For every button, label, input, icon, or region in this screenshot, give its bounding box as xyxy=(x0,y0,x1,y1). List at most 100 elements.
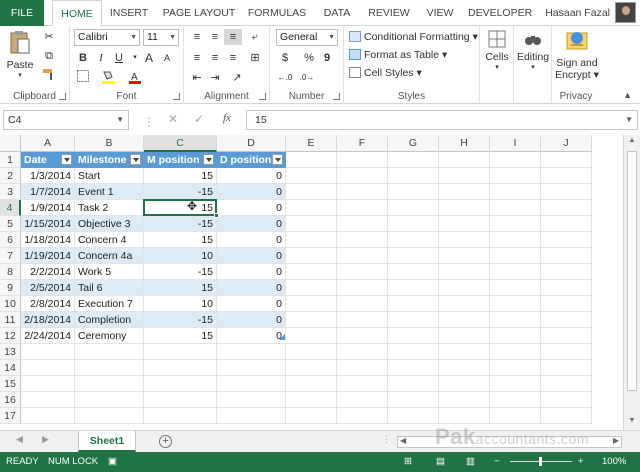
grid-cell[interactable] xyxy=(217,408,286,424)
fill-handle[interactable] xyxy=(214,213,219,218)
grid-cell[interactable] xyxy=(337,344,388,360)
grid-cell[interactable] xyxy=(144,344,217,360)
grid-cell[interactable] xyxy=(388,248,439,264)
orientation-icon[interactable]: ↗ xyxy=(228,70,246,86)
grid-cell[interactable] xyxy=(388,344,439,360)
table-cell[interactable]: Concern 4 xyxy=(75,232,144,248)
wrap-text-icon[interactable]: ⤶ xyxy=(246,29,264,45)
grid-cell[interactable] xyxy=(337,312,388,328)
grid-cell[interactable] xyxy=(439,360,490,376)
grid-cell[interactable] xyxy=(388,360,439,376)
tab-insert[interactable]: INSERT xyxy=(106,0,152,26)
grid-cell[interactable] xyxy=(541,200,592,216)
table-header-cell[interactable]: D position xyxy=(217,152,286,168)
grid-cell[interactable] xyxy=(388,152,439,168)
insert-function-button[interactable]: fx xyxy=(223,112,231,124)
grid-cell[interactable] xyxy=(21,344,75,360)
grid-cell[interactable] xyxy=(75,408,144,424)
table-cell[interactable]: 0 xyxy=(217,168,286,184)
column-header-d[interactable]: D xyxy=(217,135,286,152)
table-cell[interactable]: 0 xyxy=(217,216,286,232)
macro-record-icon[interactable]: ▣ xyxy=(108,452,117,472)
grid-cell[interactable] xyxy=(144,376,217,392)
row-header-16[interactable]: 16 xyxy=(0,392,21,408)
grid-cell[interactable] xyxy=(490,200,541,216)
worksheet-grid[interactable]: A B C D E F G H I J 1 2 3 4 5 6 7 8 9 10 11 12 13 14 15 16 17 Date M… xyxy=(0,135,640,430)
grid-cell[interactable] xyxy=(337,360,388,376)
table-header-cell[interactable]: Date xyxy=(21,152,75,168)
table-cell[interactable]: Execution 7 xyxy=(75,296,144,312)
grid-cell[interactable] xyxy=(541,264,592,280)
grid-cell[interactable] xyxy=(439,200,490,216)
scroll-thumb[interactable] xyxy=(627,151,637,391)
grow-font-button[interactable]: A xyxy=(140,50,158,66)
grid-cell[interactable] xyxy=(286,168,337,184)
grid-cell[interactable] xyxy=(541,152,592,168)
user-name[interactable]: Hasaan Fazal xyxy=(545,0,610,26)
grid-cell[interactable] xyxy=(75,344,144,360)
grid-cell[interactable] xyxy=(144,408,217,424)
grid-cell[interactable] xyxy=(541,360,592,376)
table-cell[interactable]: 0 xyxy=(217,296,286,312)
grid-cell[interactable] xyxy=(541,344,592,360)
grid-cell[interactable] xyxy=(541,376,592,392)
paste-button[interactable]: Paste ▾ xyxy=(4,30,36,79)
table-header-cell[interactable]: Milestone xyxy=(75,152,144,168)
align-bottom-icon[interactable]: ≡ xyxy=(224,29,242,45)
grid-cell[interactable] xyxy=(337,200,388,216)
grid-cell[interactable] xyxy=(439,184,490,200)
row-header-10[interactable]: 10 xyxy=(0,296,21,312)
grid-cell[interactable] xyxy=(439,328,490,344)
grid-cell[interactable] xyxy=(490,328,541,344)
table-cell[interactable]: 10 xyxy=(144,248,217,264)
table-cell[interactable]: 0 xyxy=(217,328,286,344)
cancel-icon[interactable]: ✕ xyxy=(168,112,178,126)
scroll-left-icon[interactable]: ◀ xyxy=(400,436,406,445)
formula-bar-grip-icon[interactable]: ⋮ xyxy=(143,115,155,129)
grid-cell[interactable] xyxy=(144,360,217,376)
grid-cell[interactable] xyxy=(388,280,439,296)
grid-cell[interactable] xyxy=(439,312,490,328)
table-cell[interactable]: 1/18/2014 xyxy=(21,232,75,248)
previous-sheet-icon[interactable]: ◀ xyxy=(16,434,23,445)
clipboard-launcher[interactable] xyxy=(59,93,66,100)
borders-icon[interactable] xyxy=(74,70,92,86)
hscroll-grip-icon[interactable]: ⋮ xyxy=(382,434,391,445)
tab-data[interactable]: DATA xyxy=(318,0,356,26)
table-cell[interactable]: -15 xyxy=(144,264,217,280)
scroll-down-icon[interactable]: ▼ xyxy=(624,417,640,424)
grid-cell[interactable] xyxy=(286,200,337,216)
sheet-tab-sheet1[interactable]: Sheet1 xyxy=(78,431,136,452)
grid-cell[interactable] xyxy=(439,408,490,424)
decrease-decimal-icon[interactable]: .0→ xyxy=(298,70,316,86)
table-cell[interactable]: 0 xyxy=(217,280,286,296)
grid-cell[interactable] xyxy=(286,328,337,344)
grid-cell[interactable] xyxy=(337,376,388,392)
grid-cell[interactable] xyxy=(388,312,439,328)
grid-cell[interactable] xyxy=(439,344,490,360)
table-cell[interactable]: 2/2/2014 xyxy=(21,264,75,280)
expand-formula-bar-icon[interactable]: ▼ xyxy=(625,111,633,129)
table-cell[interactable]: 2/24/2014 xyxy=(21,328,75,344)
page-break-view-icon[interactable]: ▥ xyxy=(466,452,475,472)
table-cell[interactable]: Event 1 xyxy=(75,184,144,200)
column-header-i[interactable]: I xyxy=(490,135,541,152)
shrink-font-button[interactable]: A xyxy=(158,50,176,66)
table-cell[interactable]: Work 5 xyxy=(75,264,144,280)
row-header-6[interactable]: 6 xyxy=(0,232,21,248)
row-header-9[interactable]: 9 xyxy=(0,280,21,296)
format-as-table-button[interactable]: Format as Table ▾ xyxy=(349,47,447,64)
table-cell[interactable]: Objective 3 xyxy=(75,216,144,232)
grid-cell[interactable] xyxy=(286,360,337,376)
row-header-8[interactable]: 8 xyxy=(0,264,21,280)
percent-button[interactable]: % xyxy=(300,50,318,66)
grid-cell[interactable] xyxy=(490,296,541,312)
table-cell[interactable]: Task 2 xyxy=(75,200,144,216)
grid-cell[interactable] xyxy=(388,392,439,408)
font-name-select[interactable]: Calibri ▼ xyxy=(74,29,140,46)
grid-cell[interactable] xyxy=(439,248,490,264)
table-cell[interactable]: Tail 6 xyxy=(75,280,144,296)
align-middle-icon[interactable]: ≡ xyxy=(206,29,224,45)
row-header-2[interactable]: 2 xyxy=(0,168,21,184)
formula-input[interactable]: 15 ▼ xyxy=(246,110,638,130)
